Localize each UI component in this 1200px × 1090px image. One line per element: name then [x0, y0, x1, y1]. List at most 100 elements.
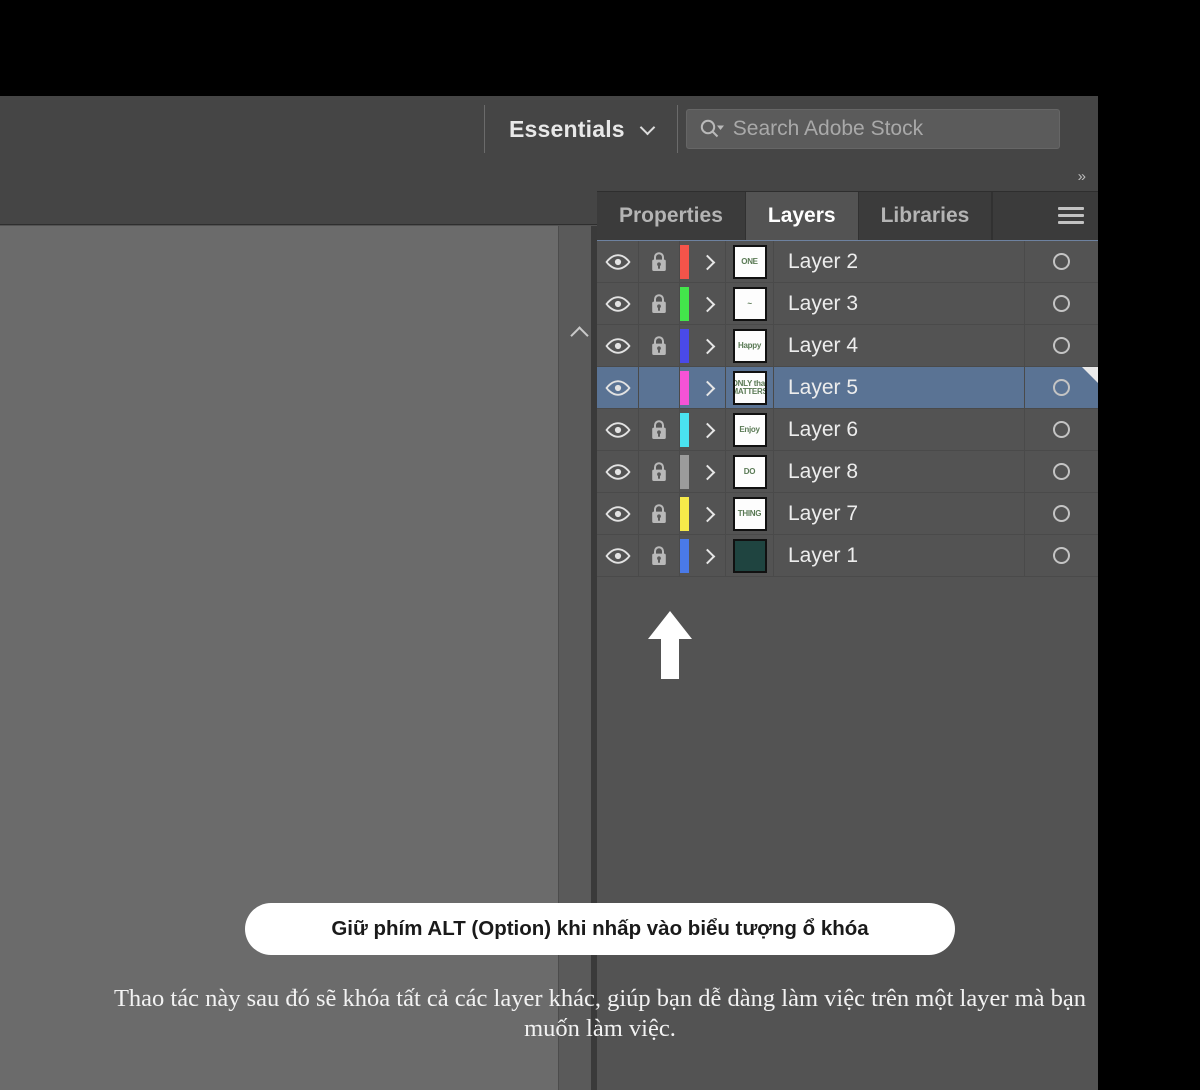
layer-target-cell[interactable]	[1025, 283, 1098, 324]
target-circle-icon[interactable]	[1053, 547, 1070, 564]
instruction-pill: Giữ phím ALT (Option) khi nhấp vào biểu …	[245, 903, 955, 955]
eye-icon	[604, 421, 631, 439]
layer-visibility-toggle[interactable]	[597, 367, 639, 408]
layer-target-cell[interactable]	[1025, 241, 1098, 282]
double-chevron-right-icon[interactable]: »	[1078, 169, 1086, 184]
layer-lock-toggle[interactable]	[639, 409, 680, 450]
layer-lock-toggle[interactable]	[639, 451, 680, 492]
layer-name-cell[interactable]: Layer 6	[774, 409, 1025, 450]
target-circle-icon[interactable]	[1053, 253, 1070, 270]
layer-target-cell[interactable]	[1025, 535, 1098, 576]
tab-properties[interactable]: Properties	[597, 192, 746, 240]
eye-icon	[604, 253, 631, 271]
layer-thumbnail-cell: ONLY that MATTERS	[726, 367, 774, 408]
chevron-right-icon	[700, 464, 714, 480]
layer-target-cell[interactable]	[1025, 367, 1098, 408]
eye-icon	[604, 547, 631, 565]
search-icon	[699, 118, 725, 140]
layer-lock-toggle[interactable]	[639, 241, 680, 282]
layer-visibility-toggle[interactable]	[597, 325, 639, 366]
layer-name-cell[interactable]: Layer 1	[774, 535, 1025, 576]
chevron-right-icon	[700, 296, 714, 312]
layer-lock-toggle[interactable]	[639, 535, 680, 576]
target-circle-icon[interactable]	[1053, 295, 1070, 312]
layer-expand-toggle[interactable]	[689, 283, 726, 324]
layer-row[interactable]: Enjoy Layer 6	[597, 409, 1098, 451]
layer-thumbnail: Enjoy	[732, 412, 767, 447]
application-bar: Essentials Search Adobe Stock	[0, 96, 1098, 162]
layer-name-cell[interactable]: Layer 8	[774, 451, 1025, 492]
layer-target-cell[interactable]	[1025, 409, 1098, 450]
layer-name-cell[interactable]: Layer 4	[774, 325, 1025, 366]
chevron-right-icon	[700, 338, 714, 354]
padlock-closed-icon	[649, 544, 669, 568]
layer-visibility-toggle[interactable]	[597, 283, 639, 324]
layer-target-cell[interactable]	[1025, 325, 1098, 366]
layer-thumbnail-cell: THING	[726, 493, 774, 534]
chevron-down-icon[interactable]	[641, 121, 657, 137]
target-circle-icon[interactable]	[1053, 463, 1070, 480]
tab-properties-label: Properties	[619, 204, 723, 227]
layer-name-cell[interactable]: Layer 7	[774, 493, 1025, 534]
layer-expand-toggle[interactable]	[689, 367, 726, 408]
target-circle-icon[interactable]	[1053, 379, 1070, 396]
workspace-switcher[interactable]: Essentials	[485, 96, 677, 162]
layer-expand-toggle[interactable]	[689, 325, 726, 366]
layer-name-cell[interactable]: Layer 3	[774, 283, 1025, 324]
eye-icon	[604, 337, 631, 355]
layer-row[interactable]: THING Layer 7	[597, 493, 1098, 535]
layer-name-label: Layer 2	[788, 249, 859, 273]
layer-visibility-toggle[interactable]	[597, 451, 639, 492]
layer-expand-toggle[interactable]	[689, 451, 726, 492]
layer-expand-toggle[interactable]	[689, 535, 726, 576]
layer-thumbnail-art: ~	[747, 298, 752, 308]
layer-lock-toggle[interactable]	[639, 493, 680, 534]
layer-row[interactable]: ONLY that MATTERS Layer 5	[597, 367, 1098, 409]
layer-visibility-toggle[interactable]	[597, 493, 639, 534]
layer-lock-toggle[interactable]	[639, 367, 680, 408]
layer-lock-toggle[interactable]	[639, 325, 680, 366]
target-circle-icon[interactable]	[1053, 505, 1070, 522]
eye-icon	[604, 463, 631, 481]
document-canvas[interactable]	[0, 226, 558, 1090]
layer-name-cell[interactable]: Layer 5	[774, 367, 1025, 408]
layer-row[interactable]: ~ Layer 3	[597, 283, 1098, 325]
tab-layers-label: Layers	[767, 204, 836, 227]
chevron-up-icon[interactable]	[570, 326, 588, 338]
layer-visibility-toggle[interactable]	[597, 409, 639, 450]
layer-lock-toggle[interactable]	[639, 283, 680, 324]
layer-row[interactable]: Layer 1	[597, 535, 1098, 577]
layer-thumbnail	[732, 538, 767, 573]
panel-tabstrip: Properties Layers Libraries	[597, 192, 1098, 240]
padlock-closed-icon	[649, 250, 669, 274]
layer-name-label: Layer 8	[788, 459, 859, 483]
eye-icon	[604, 295, 631, 313]
search-adobe-stock-field[interactable]: Search Adobe Stock	[685, 109, 1060, 149]
layer-expand-toggle[interactable]	[689, 493, 726, 534]
layer-expand-toggle[interactable]	[689, 241, 726, 282]
dock-top-bar: »	[597, 162, 1098, 192]
padlock-closed-icon	[649, 418, 669, 442]
tab-libraries[interactable]: Libraries	[858, 192, 993, 240]
hamburger-menu-icon[interactable]	[1058, 207, 1084, 225]
target-circle-icon[interactable]	[1053, 421, 1070, 438]
layer-target-cell[interactable]	[1025, 493, 1098, 534]
layer-thumbnail-art: Enjoy	[739, 424, 760, 434]
layer-row[interactable]: ONE Layer 2	[597, 241, 1098, 283]
layer-expand-toggle[interactable]	[689, 409, 726, 450]
layer-row[interactable]: Happy Layer 4	[597, 325, 1098, 367]
layer-target-cell[interactable]	[1025, 451, 1098, 492]
layer-color-indicator	[680, 325, 689, 366]
layer-thumbnail-art: ONLY that MATTERS	[735, 378, 765, 396]
tab-layers[interactable]: Layers	[745, 192, 859, 240]
target-circle-icon[interactable]	[1053, 337, 1070, 354]
layer-row[interactable]: DO Layer 8	[597, 451, 1098, 493]
layer-name-cell[interactable]: Layer 2	[774, 241, 1025, 282]
layer-thumbnail-cell: ~	[726, 283, 774, 324]
padlock-closed-icon	[649, 502, 669, 526]
layer-thumbnail: ONE	[732, 244, 767, 279]
chevron-right-icon	[700, 254, 714, 270]
layer-visibility-toggle[interactable]	[597, 241, 639, 282]
layer-visibility-toggle[interactable]	[597, 535, 639, 576]
screenshot-stage: Essentials Search Adobe Stock » Properti…	[0, 0, 1200, 1090]
